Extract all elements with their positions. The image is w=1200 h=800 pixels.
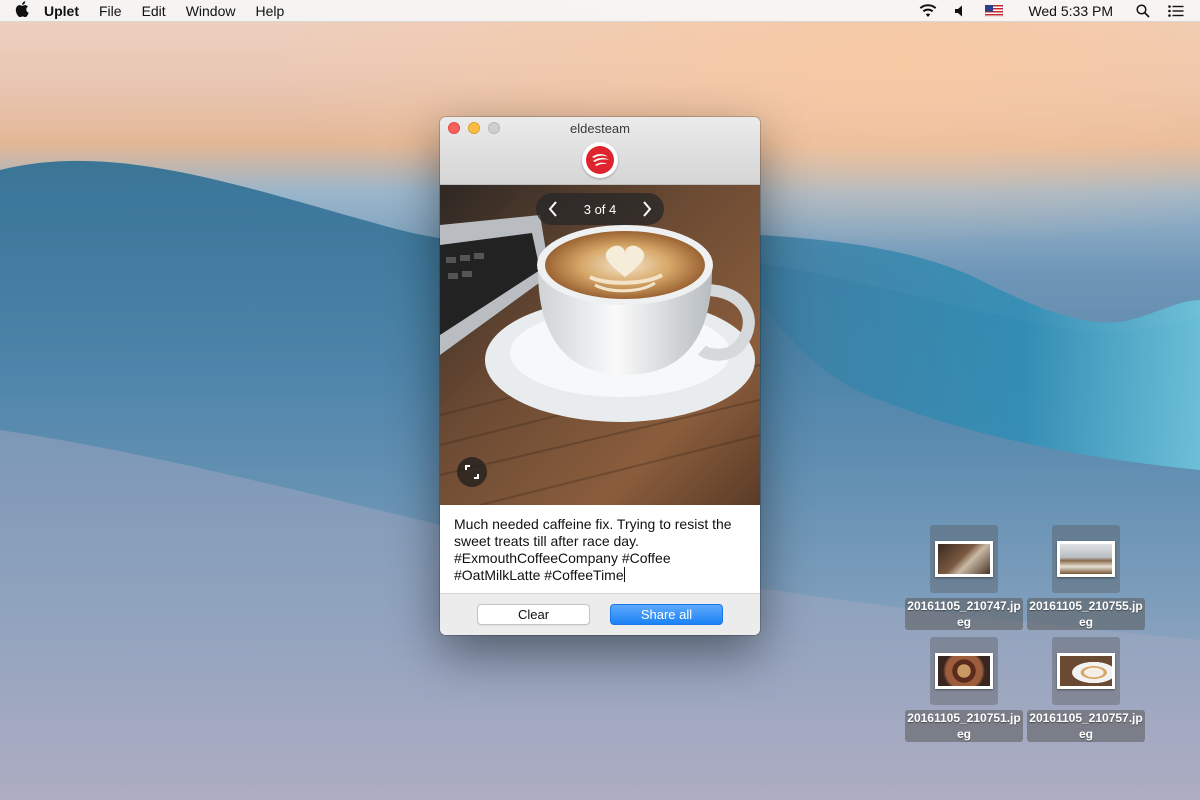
- menu-app-name[interactable]: Uplet: [44, 0, 89, 22]
- volume-icon[interactable]: [946, 5, 976, 17]
- caption-textarea[interactable]: Much needed caffeine fix. Trying to resi…: [440, 505, 760, 594]
- file-thumbnail: [930, 525, 998, 593]
- clock[interactable]: Wed 5:33 PM: [1012, 3, 1127, 19]
- menu-file[interactable]: File: [89, 0, 132, 22]
- file-name: 20161105_210747.jpeg: [905, 598, 1023, 630]
- coffee-photo: [440, 185, 760, 505]
- file-name: 20161105_210751.jpeg: [905, 710, 1023, 742]
- file-thumbnail: [1052, 525, 1120, 593]
- desktop-file-item[interactable]: 20161105_210757.jpeg: [1026, 637, 1146, 743]
- menu-bar: Uplet File Edit Window Help Wed 5:33 PM: [0, 0, 1200, 22]
- status-area: Wed 5:33 PM: [910, 0, 1200, 22]
- file-name: 20161105_210755.jpeg: [1027, 598, 1145, 630]
- image-file-icon: [935, 541, 993, 577]
- account-avatar[interactable]: [582, 142, 618, 178]
- image-file-icon: [1057, 653, 1115, 689]
- caption-text: Much needed caffeine fix. Trying to resi…: [454, 516, 732, 583]
- file-name: 20161105_210757.jpeg: [1027, 710, 1145, 742]
- file-thumbnail: [1052, 637, 1120, 705]
- desktop-file-item[interactable]: 20161105_210755.jpeg: [1026, 525, 1146, 631]
- window-footer: Clear Share all: [440, 594, 760, 635]
- photo-pager: 3 of 4: [536, 193, 664, 225]
- image-file-icon: [935, 653, 993, 689]
- clear-button[interactable]: Clear: [477, 604, 590, 625]
- notification-center-icon[interactable]: [1159, 4, 1200, 17]
- photo-counter: 3 of 4: [583, 201, 617, 217]
- menu-edit[interactable]: Edit: [132, 0, 176, 22]
- chevron-right-icon: [643, 201, 652, 217]
- share-all-button[interactable]: Share all: [610, 604, 723, 625]
- image-file-icon: [1057, 541, 1115, 577]
- expand-icon: [465, 465, 479, 479]
- desktop-file-item[interactable]: 20161105_210747.jpeg: [904, 525, 1024, 631]
- previous-photo-button[interactable]: [542, 198, 564, 220]
- menu-window[interactable]: Window: [176, 0, 246, 22]
- wifi-icon[interactable]: [910, 3, 946, 18]
- window-title: eldesteam: [570, 121, 630, 136]
- expand-photo-button[interactable]: [457, 457, 487, 487]
- file-thumbnail: [930, 637, 998, 705]
- text-cursor: [623, 567, 625, 582]
- us-flag-icon[interactable]: [976, 4, 1012, 17]
- title-bar[interactable]: eldesteam: [440, 117, 760, 185]
- uplet-window: eldesteam 3 of 4 Much needed caffeine fi…: [440, 117, 760, 635]
- eldesteam-logo-icon: [586, 146, 614, 174]
- photo-preview[interactable]: 3 of 4: [440, 185, 760, 505]
- chevron-left-icon: [548, 201, 557, 217]
- menu-help[interactable]: Help: [245, 0, 294, 22]
- apple-icon[interactable]: [0, 0, 44, 21]
- desktop-file-item[interactable]: 20161105_210751.jpeg: [904, 637, 1024, 743]
- next-photo-button[interactable]: [636, 198, 658, 220]
- spotlight-icon[interactable]: [1127, 3, 1159, 18]
